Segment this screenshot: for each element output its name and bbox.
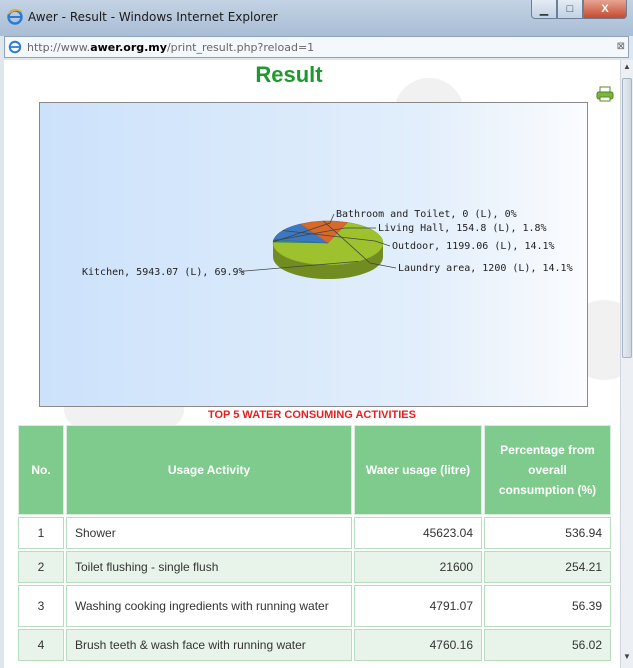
row-percent: 56.39: [484, 585, 611, 627]
table-row: 3 Washing cooking ingredients with runni…: [18, 585, 611, 627]
activity-table: No. Usage Activity Water usage (litre) P…: [16, 423, 613, 663]
header-no: No.: [18, 425, 64, 515]
row-percent: 254.21: [484, 551, 611, 583]
header-usage: Water usage (litre): [354, 425, 482, 515]
url-path: /print_result.php?reload=1: [166, 41, 315, 54]
row-activity: Brush teeth & wash face with running wat…: [66, 629, 352, 661]
top5-heading: TOP 5 WATER CONSUMING ACTIVITIES: [207, 409, 416, 421]
browser-window: Awer - Result - Windows Internet Explore…: [0, 0, 633, 668]
row-usage: 4760.16: [354, 629, 482, 661]
internet-explorer-icon: [7, 9, 23, 25]
row-usage: 21600: [354, 551, 482, 583]
window-title: Awer - Result - Windows Internet Explore…: [28, 10, 278, 24]
address-bar[interactable]: http://www.awer.org.my/print_result.php?…: [4, 36, 629, 58]
printer-icon[interactable]: [596, 86, 614, 102]
page-icon: [8, 40, 22, 54]
maximize-button[interactable]: □: [557, 0, 583, 19]
row-no: 3: [18, 585, 64, 627]
row-percent: 536.94: [484, 517, 611, 549]
pie-slice-label: Outdoor, 1199.06 (L), 14.1%: [392, 241, 555, 252]
header-percentage: Percentage from overall consumption (%): [484, 425, 611, 515]
scroll-up-icon[interactable]: ▲: [621, 62, 633, 76]
scroll-down-icon[interactable]: ▼: [621, 652, 633, 666]
vertical-scrollbar[interactable]: ▲ ▼: [620, 60, 633, 668]
row-no: 2: [18, 551, 64, 583]
minimize-button[interactable]: ▁: [531, 0, 557, 19]
pie-chart-svg: Kitchen, 5943.07 (L), 69.9% Bathroom and …: [82, 209, 573, 279]
row-activity: Washing cooking ingredients with running…: [66, 585, 352, 627]
url-prefix: http://www.: [27, 41, 91, 54]
table-row: 1 Shower 45623.04 536.94: [18, 517, 611, 549]
page-title: Result: [255, 62, 323, 87]
row-activity: Toilet flushing - single flush: [66, 551, 352, 583]
row-usage: 4791.07: [354, 585, 482, 627]
row-activity: Shower: [66, 517, 352, 549]
pie-slice-label: Laundry area, 1200 (L), 14.1%: [398, 263, 573, 274]
table-row: 4 Brush teeth & wash face with running w…: [18, 629, 611, 661]
row-no: 4: [18, 629, 64, 661]
row-no: 1: [18, 517, 64, 549]
scroll-thumb[interactable]: [622, 78, 632, 358]
url-domain: awer.org.my: [90, 41, 167, 54]
url-text: http://www.awer.org.my/print_result.php?…: [27, 41, 314, 54]
pie-slice-label: Kitchen, 5943.07 (L), 69.9%: [82, 267, 245, 278]
row-usage: 45623.04: [354, 517, 482, 549]
page-content: Result Kitchen, 5943.07 (L), 69.9% Bathro…: [4, 60, 620, 668]
table-row: 2 Toilet flushing - single flush 21600 2…: [18, 551, 611, 583]
close-button[interactable]: X: [583, 0, 627, 19]
compatibility-icon[interactable]: ⊠: [617, 41, 625, 52]
pie-chart: Kitchen, 5943.07 (L), 69.9% Bathroom and …: [39, 102, 588, 407]
header-activity: Usage Activity: [66, 425, 352, 515]
title-bar: Awer - Result - Windows Internet Explore…: [0, 0, 633, 36]
pie-slice-label: Bathroom and Toilet, 0 (L), 0%: [336, 209, 517, 220]
pie-slice-label: Living Hall, 154.8 (L), 1.8%: [378, 223, 547, 234]
row-percent: 56.02: [484, 629, 611, 661]
